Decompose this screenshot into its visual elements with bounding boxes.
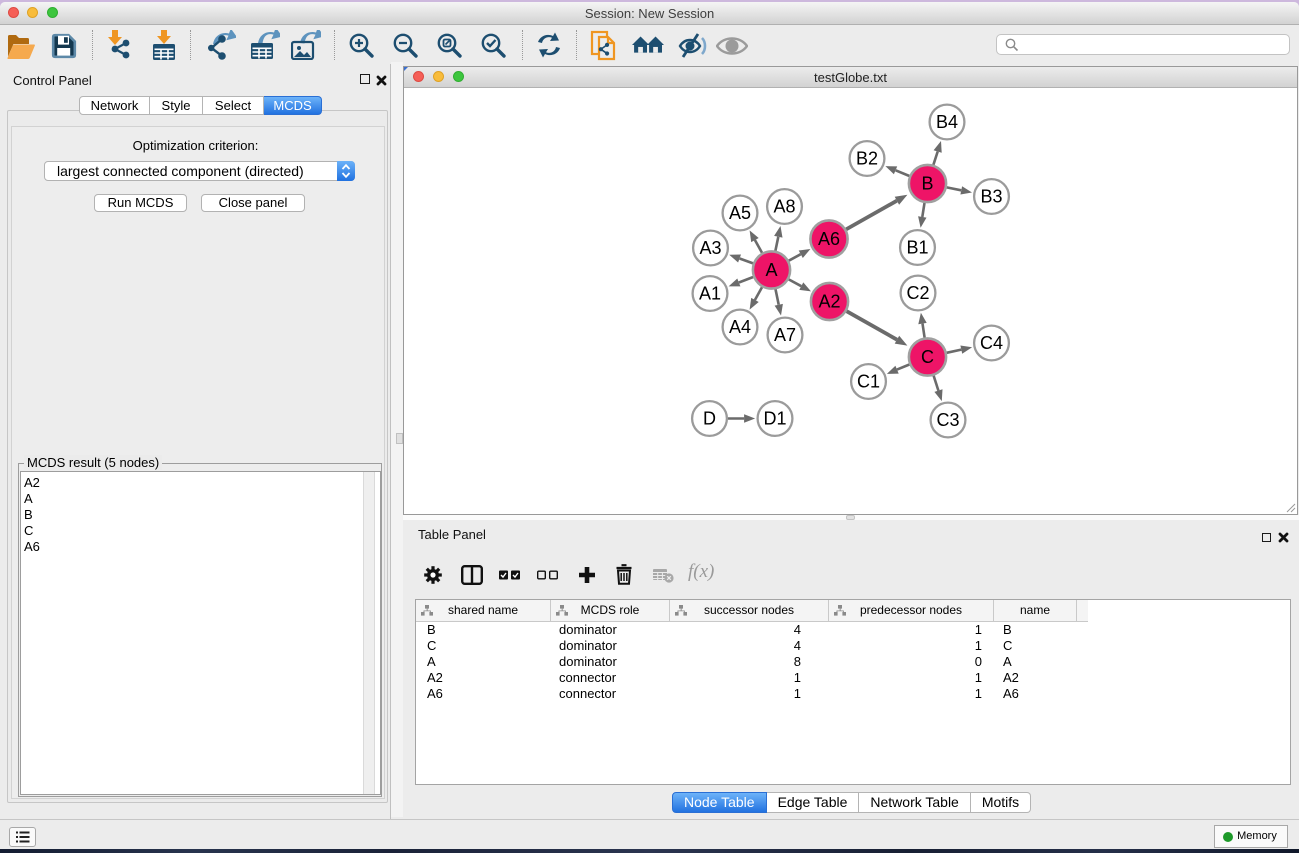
- svg-text:B: B: [921, 174, 933, 194]
- svg-text:B1: B1: [906, 238, 928, 258]
- svg-text:C: C: [921, 347, 934, 367]
- svg-text:A: A: [765, 260, 777, 280]
- svg-text:A4: A4: [729, 317, 751, 337]
- svg-text:B2: B2: [856, 149, 878, 169]
- svg-text:C4: C4: [980, 333, 1003, 353]
- svg-text:C3: C3: [936, 410, 959, 430]
- svg-text:C2: C2: [906, 283, 929, 303]
- svg-text:A5: A5: [729, 203, 751, 223]
- svg-text:C1: C1: [857, 372, 880, 392]
- svg-text:A1: A1: [699, 284, 721, 304]
- svg-text:A8: A8: [773, 197, 795, 217]
- svg-text:A3: A3: [699, 238, 721, 258]
- svg-text:B4: B4: [936, 112, 958, 132]
- svg-text:D1: D1: [763, 409, 786, 429]
- svg-text:B3: B3: [980, 187, 1002, 207]
- svg-text:D: D: [703, 409, 716, 429]
- svg-text:A7: A7: [774, 325, 796, 345]
- svg-text:A2: A2: [818, 292, 840, 312]
- svg-text:A6: A6: [818, 229, 840, 249]
